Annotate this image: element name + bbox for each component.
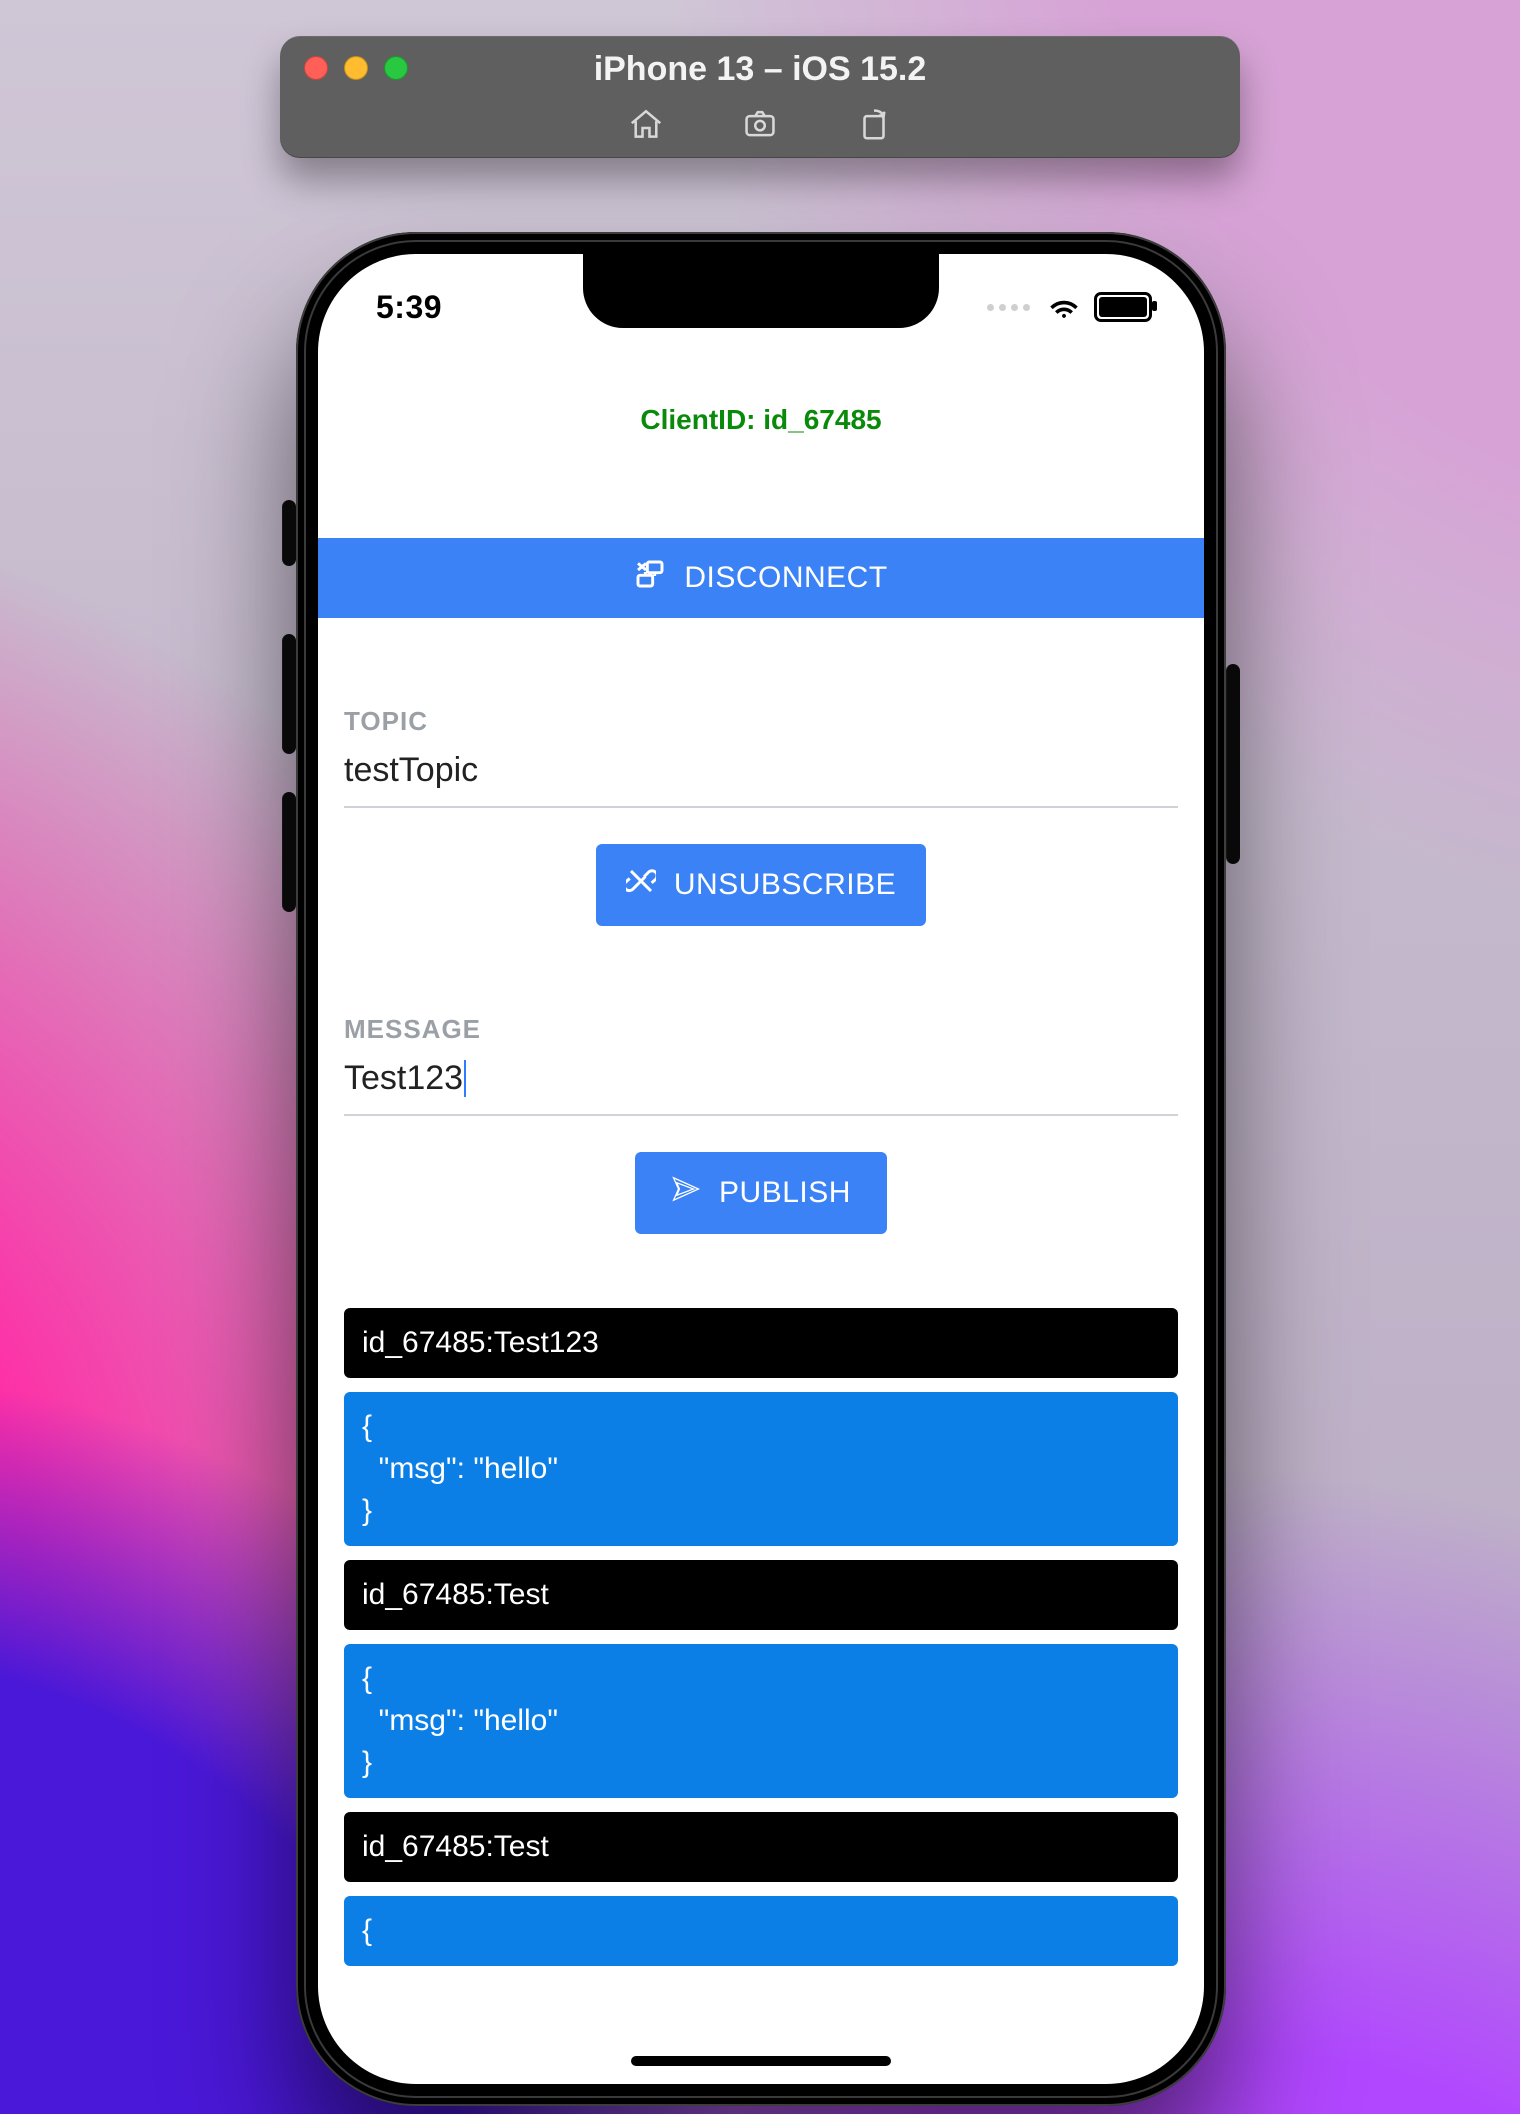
message-label: MESSAGE (344, 1014, 1178, 1045)
disconnect-icon (634, 558, 666, 598)
simulator-title: iPhone 13 – iOS 15.2 (280, 50, 1240, 89)
message-value: Test123 (344, 1059, 463, 1098)
disconnect-button[interactable]: DISCONNECT (318, 538, 1204, 618)
battery-icon (1094, 292, 1152, 322)
simulator-titlebar: iPhone 13 – iOS 15.2 (280, 36, 1240, 158)
send-icon (671, 1174, 701, 1212)
topic-input[interactable] (344, 737, 1178, 808)
message-incoming[interactable]: { "msg": "hello" } (344, 1392, 1178, 1546)
volume-down-button[interactable] (282, 792, 296, 912)
screenshot-icon[interactable] (741, 105, 779, 148)
app-root: ClientID: id_67485 DISCONNECT TOPIC (318, 254, 1204, 2084)
publish-button[interactable]: PUBLISH (635, 1152, 887, 1234)
message-feed[interactable]: id_67485:Test123 { "msg": "hello" } id_6… (318, 1308, 1204, 1966)
disconnect-label: DISCONNECT (684, 561, 887, 595)
message-outgoing[interactable]: id_67485:Test (344, 1812, 1178, 1882)
side-button[interactable] (1226, 664, 1240, 864)
message-incoming[interactable]: { "msg": "hello" } (344, 1644, 1178, 1798)
message-input[interactable]: Test123 (344, 1045, 1178, 1116)
device-notch (583, 254, 939, 328)
home-indicator[interactable] (631, 2056, 891, 2066)
iphone-device-frame: 5:39 ClientID: id_67485 DISCONNECT (296, 232, 1226, 2106)
home-icon[interactable] (627, 105, 665, 148)
message-outgoing[interactable]: id_67485:Test123 (344, 1308, 1178, 1378)
wifi-icon (1048, 295, 1080, 319)
publish-label: PUBLISH (719, 1176, 851, 1210)
unsubscribe-button[interactable]: UNSUBSCRIBE (596, 844, 926, 926)
topic-label: TOPIC (344, 706, 1178, 737)
mute-switch[interactable] (282, 500, 296, 566)
rotate-icon[interactable] (855, 105, 893, 148)
message-outgoing[interactable]: id_67485:Test (344, 1560, 1178, 1630)
cellular-dots-icon (987, 304, 1030, 311)
unsubscribe-label: UNSUBSCRIBE (674, 868, 896, 902)
volume-up-button[interactable] (282, 634, 296, 754)
unsubscribe-icon (626, 866, 656, 904)
text-cursor (464, 1060, 466, 1097)
client-id-label: ClientID: id_67485 (318, 404, 1204, 436)
status-time: 5:39 (376, 289, 442, 326)
device-screen: 5:39 ClientID: id_67485 DISCONNECT (318, 254, 1204, 2084)
message-incoming[interactable]: { (344, 1896, 1178, 1966)
